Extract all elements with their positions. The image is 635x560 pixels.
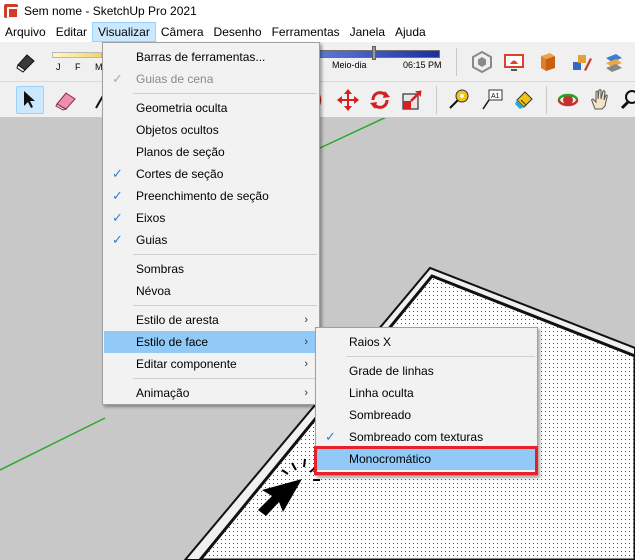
check-icon: ✓ xyxy=(325,429,336,444)
menu-item-label: Sombreado xyxy=(349,408,412,422)
menu-item-hidden-objects[interactable]: Objetos ocultos xyxy=(104,119,318,141)
select-tool-icon[interactable] xyxy=(16,86,44,114)
menu-item-section-cuts[interactable]: ✓ Cortes de seção xyxy=(104,163,318,185)
menu-item-label: Cortes de seção xyxy=(136,167,224,181)
menu-item-label: Raios X xyxy=(349,335,392,349)
menu-item-label: Grade de linhas xyxy=(349,364,434,378)
menu-item-face-style[interactable]: Estilo de face › xyxy=(104,331,318,353)
zoom-tool-icon[interactable] xyxy=(616,86,635,114)
menu-item-fog[interactable]: Névoa xyxy=(104,280,318,302)
window-title: Sem nome - SketchUp Pro 2021 xyxy=(24,4,197,18)
menu-item-label: Geometria oculta xyxy=(136,101,228,115)
menu-divider xyxy=(346,356,535,357)
menu-item-wireframe[interactable]: Grade de linhas xyxy=(317,360,536,382)
tape-measure-icon[interactable] xyxy=(444,86,472,114)
eraser-tool-icon[interactable] xyxy=(52,86,80,114)
check-icon: ✓ xyxy=(112,232,123,247)
menu-camera[interactable]: Câmera xyxy=(156,22,209,42)
menu-item-section-planes[interactable]: Planos de seção xyxy=(104,141,318,163)
menu-visualizar[interactable]: Visualizar xyxy=(92,22,156,42)
menu-item-shadows[interactable]: Sombras xyxy=(104,258,318,280)
menu-item-hidden-line[interactable]: Linha oculta xyxy=(317,382,536,404)
annotation-highlight-box xyxy=(314,446,538,475)
menu-item-axes[interactable]: ✓ Eixos xyxy=(104,207,318,229)
menu-desenho[interactable]: Desenho xyxy=(209,22,267,42)
dimension-tool-icon[interactable]: A1 xyxy=(478,86,506,114)
menu-item-label: Guias xyxy=(136,233,168,247)
menu-item-label: Objetos ocultos xyxy=(136,123,219,137)
noon-label: Meio-dia xyxy=(332,60,367,70)
menu-divider xyxy=(133,378,317,379)
menu-divider xyxy=(133,93,317,94)
menu-item-label: Preenchimento de seção xyxy=(136,189,269,203)
menu-arquivo[interactable]: Arquivo xyxy=(0,22,51,42)
menu-item-toolbars[interactable]: Barras de ferramentas... xyxy=(104,46,318,68)
menu-item-shaded-textures[interactable]: ✓ Sombreado com texturas xyxy=(317,426,536,448)
menu-ajuda[interactable]: Ajuda xyxy=(390,22,431,42)
menu-item-label: Névoa xyxy=(136,284,171,298)
shadow-time-thumb[interactable] xyxy=(372,46,376,60)
toolbar-separator xyxy=(456,48,457,76)
toolbar-separator xyxy=(546,86,547,114)
menu-item-animation[interactable]: Animação › xyxy=(104,382,318,404)
menu-item-scene-tabs: ✓ Guias de cena xyxy=(104,68,318,90)
date-slider-track[interactable] xyxy=(52,52,102,58)
layers-icon[interactable] xyxy=(600,48,628,76)
move-tool-icon[interactable] xyxy=(334,86,362,114)
menu-item-label: Eixos xyxy=(136,211,166,225)
title-bar: Sem nome - SketchUp Pro 2021 xyxy=(0,0,635,22)
menu-item-label: Animação xyxy=(136,386,190,400)
menu-item-label: Estilo de aresta xyxy=(136,313,219,327)
chevron-right-icon: › xyxy=(304,314,308,326)
menu-editar[interactable]: Editar xyxy=(51,22,92,42)
menu-janela[interactable]: Janela xyxy=(345,22,390,42)
menu-item-label: Estilo de face xyxy=(136,335,209,349)
green-axis-line xyxy=(0,417,106,471)
rotate-icon[interactable] xyxy=(366,86,394,114)
svg-text:A1: A1 xyxy=(491,93,500,100)
menu-item-label: Planos de seção xyxy=(136,145,225,159)
menu-ferramentas[interactable]: Ferramentas xyxy=(267,22,345,42)
toolbar-separator xyxy=(436,86,437,114)
menu-item-label: Barras de ferramentas... xyxy=(136,50,266,64)
shadow-time-slider[interactable] xyxy=(318,50,440,58)
menu-item-edge-style[interactable]: Estilo de aresta › xyxy=(104,309,318,331)
menu-item-label: Linha oculta xyxy=(349,386,414,400)
orbit-tool-icon[interactable] xyxy=(554,86,582,114)
menu-item-label: Sombras xyxy=(136,262,185,276)
menu-item-edit-component[interactable]: Editar componente › xyxy=(104,353,318,375)
menu-item-label: Sombreado com texturas xyxy=(349,430,484,444)
menu-item-guides[interactable]: ✓ Guias xyxy=(104,229,318,251)
menu-item-shaded[interactable]: Sombreado xyxy=(317,404,536,426)
menu-divider xyxy=(133,305,317,306)
paint-bucket-icon[interactable] xyxy=(510,86,538,114)
materials-icon[interactable] xyxy=(568,48,596,76)
scale-tool-icon[interactable] xyxy=(398,86,426,114)
eraser-style-icon[interactable] xyxy=(12,48,40,76)
pan-tool-icon[interactable] xyxy=(586,86,614,114)
menu-divider xyxy=(133,254,317,255)
check-icon: ✓ xyxy=(112,71,123,86)
menu-bar: Arquivo Editar Visualizar Câmera Desenho… xyxy=(0,22,635,42)
menu-item-hidden-geometry[interactable]: Geometria oculta xyxy=(104,97,318,119)
chevron-right-icon: › xyxy=(304,387,308,399)
menu-item-label: Editar componente xyxy=(136,357,237,371)
3d-warehouse-icon[interactable] xyxy=(468,48,496,76)
visualizar-menu: Barras de ferramentas... ✓ Guias de cena … xyxy=(102,42,320,405)
check-icon: ✓ xyxy=(112,210,123,225)
chevron-right-icon: › xyxy=(304,358,308,370)
menu-item-xray[interactable]: Raios X xyxy=(317,331,536,353)
check-icon: ✓ xyxy=(112,166,123,181)
menu-item-label: Guias de cena xyxy=(136,72,214,86)
time-label: 06:15 PM xyxy=(403,60,442,70)
check-icon: ✓ xyxy=(112,188,123,203)
menu-item-section-fill[interactable]: ✓ Preenchimento de seção xyxy=(104,185,318,207)
sketchup-app-icon xyxy=(4,4,19,19)
extension-warehouse-icon[interactable] xyxy=(500,48,528,76)
green-axis-line xyxy=(319,118,387,149)
component-icon[interactable] xyxy=(534,48,562,76)
months-label: J F M xyxy=(56,62,109,72)
chevron-right-icon: › xyxy=(304,336,308,348)
